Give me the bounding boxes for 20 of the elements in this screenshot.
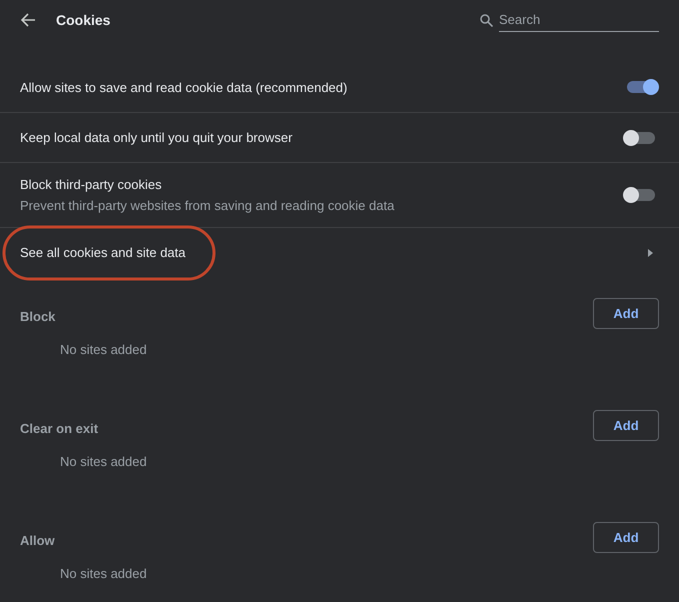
page-title: Cookies (56, 12, 112, 28)
settings-link-row[interactable]: See all cookies and site data (0, 228, 679, 277)
setting-label: Allow sites to save and read cookie data (recommended) (20, 80, 348, 94)
empty-list-text: No sites added (60, 566, 147, 580)
add-button[interactable]: Add (593, 298, 659, 329)
chevron-right-icon (648, 248, 653, 256)
search-icon (480, 14, 493, 26)
setting-label: Keep local data only until you quit your browser (20, 130, 292, 145)
add-button[interactable]: Add (593, 410, 659, 441)
empty-list-text: No sites added (60, 342, 147, 356)
section-title: Block (20, 308, 56, 324)
search-field[interactable]: Search (499, 8, 659, 32)
add-button[interactable]: Add (593, 522, 659, 553)
setting-label: Block third-party cookies (20, 177, 163, 192)
link-label: See all cookies and site data (20, 245, 186, 260)
setting-description: Prevent third-party websites from saving and reading cookie data (20, 198, 394, 213)
section-title: Clear on exit (20, 420, 98, 436)
section-title: Allow (20, 532, 55, 548)
empty-list-text: No sites added (60, 454, 147, 468)
back-arrow-icon[interactable] (20, 12, 36, 28)
